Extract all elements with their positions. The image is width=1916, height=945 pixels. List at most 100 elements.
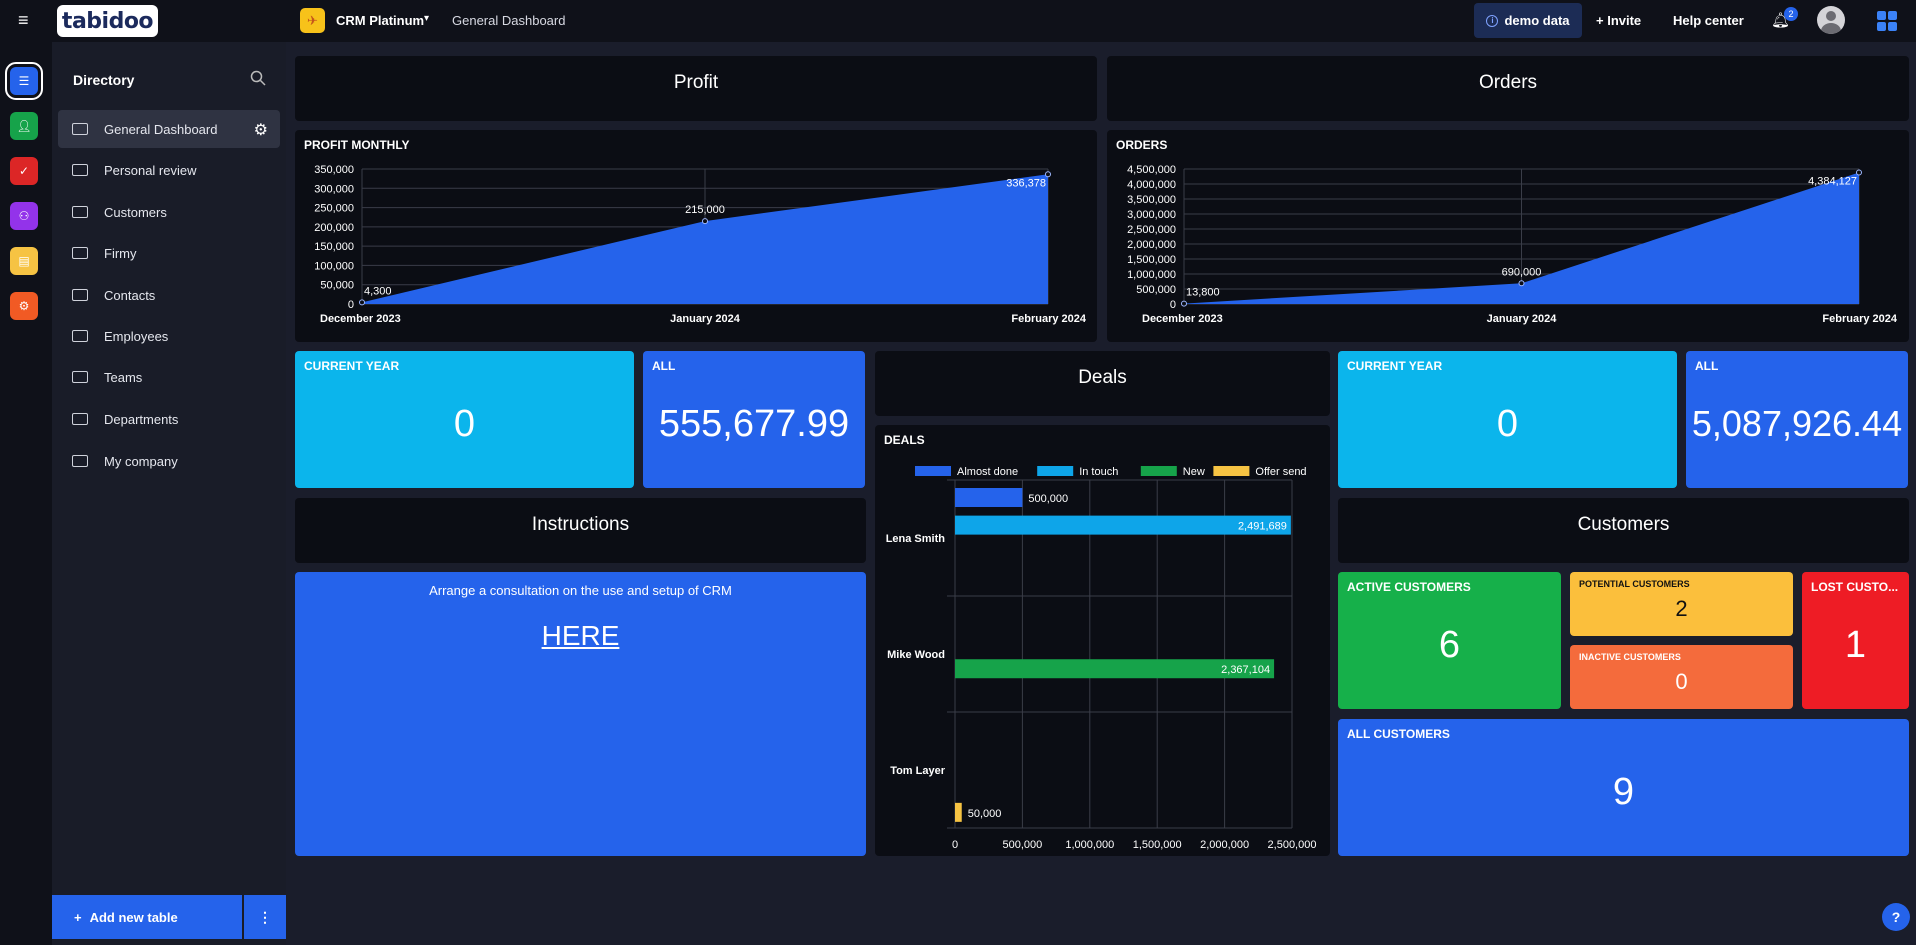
rail-app-meetings[interactable]: ⚇ [10, 202, 38, 230]
sidebar-item-firmy[interactable]: Firmy [58, 234, 280, 272]
sidebar-item-label: My company [104, 453, 178, 469]
legend-swatch [1037, 466, 1074, 476]
breadcrumb: General Dashboard [452, 13, 566, 28]
legend-label: In touch [1079, 466, 1118, 478]
kpi-value: 0 [1496, 403, 1519, 445]
kpi-value: 2 [1675, 596, 1688, 621]
department-icon [72, 413, 88, 425]
building-icon [72, 206, 88, 218]
sidebar-item-personal-review[interactable]: Personal review [58, 151, 280, 189]
profit-chart: 0 50,000 100,000 150,000 200,000 250,000 300,0… [314, 164, 1087, 325]
y-tick-label: 4,000,000 [1127, 179, 1176, 191]
plus-icon: + [74, 909, 82, 925]
y-tick-label: 350,000 [314, 164, 354, 176]
sidebar-item-departments[interactable]: Departments [58, 400, 280, 438]
x-tick-label: 1,000,000 [1065, 839, 1114, 851]
rail-app-contacts[interactable]: 👤︎ [10, 112, 38, 140]
sidebar-item-label: Employees [104, 328, 169, 344]
legend-swatch [1213, 466, 1250, 476]
y-tick-label: 50,000 [320, 280, 354, 292]
orders-chart-panel: ORDERS 0 500,000 1,000,000 1,500,000 2,000,0… [1107, 130, 1909, 342]
rail-app-dashboard[interactable]: ☰ [5, 62, 43, 100]
kpi-label: POTENTIAL CUSTOMERS [1579, 579, 1690, 589]
y-tick-label: 3,500,000 [1127, 194, 1176, 206]
x-tick-label: 1,500,000 [1133, 839, 1182, 851]
demo-data-button[interactable]: i demo data [1474, 3, 1582, 38]
instructions-header-panel: Instructions [295, 498, 866, 563]
legend-label: New [1183, 466, 1205, 478]
x-tick-label: February 2024 [1822, 313, 1897, 325]
kpi-value: 0 [453, 403, 476, 445]
logo[interactable]: tabidoo [57, 5, 158, 37]
deals-chart-panel: DEALS Almost done In touch New Offer send 0 5… [875, 425, 1330, 856]
menu-icon[interactable]: ≡ [18, 11, 36, 29]
y-tick-label: 2,500,000 [1127, 224, 1176, 236]
inactive-customers-card: INACTIVE CUSTOMERS 0 [1570, 645, 1793, 709]
rail-app-notes[interactable]: ▤ [10, 247, 38, 275]
x-tick-label: December 2023 [320, 313, 401, 325]
app-icon[interactable]: ✈ [300, 8, 325, 33]
home-icon [72, 455, 88, 467]
data-point [1518, 280, 1525, 287]
add-new-table-button[interactable]: + Add new table [52, 895, 242, 939]
data-point [1856, 169, 1862, 176]
sidebar-item-contacts[interactable]: Contacts [58, 276, 280, 314]
rail-app-settings[interactable]: ⚙ [10, 292, 38, 320]
kpi-value: 6 [1438, 624, 1461, 666]
chart-title: DEALS [884, 433, 925, 447]
team-icon [72, 371, 88, 383]
x-tick-label: 0 [952, 839, 958, 851]
sidebar-item-customers[interactable]: Customers [58, 193, 280, 231]
lost-customers-card: LOST CUSTO... 1 [1802, 572, 1909, 709]
help-center-button[interactable]: Help center [1673, 13, 1744, 28]
y-tick-label: 1,000,000 [1127, 269, 1176, 281]
orders-header-panel: Orders [1107, 56, 1909, 121]
section-title: Profit [673, 72, 719, 93]
section-title: Customers [1577, 514, 1670, 535]
notification-badge: 2 [1784, 7, 1798, 21]
potential-customers-card: POTENTIAL CUSTOMERS 2 [1570, 572, 1793, 636]
app-name[interactable]: CRM Platinum [336, 13, 424, 28]
help-button[interactable]: ? [1882, 903, 1910, 931]
demo-data-label: demo data [1504, 13, 1570, 28]
apps-grid-icon[interactable] [1877, 11, 1897, 31]
orders-all-card: ALL 5,087,926.44 [1686, 351, 1908, 488]
bar [955, 802, 962, 822]
y-tick-label: 0 [1170, 299, 1176, 311]
chart-title: ORDERS [1116, 138, 1168, 152]
consultation-link[interactable]: HERE [295, 620, 866, 652]
x-tick-label: February 2024 [1011, 313, 1086, 325]
rail-app-tasks[interactable]: ✓ [10, 157, 38, 185]
data-label: 50,000 [968, 808, 1002, 820]
data-label: 2,491,689 [1238, 521, 1287, 533]
x-tick-label: 2,000,000 [1200, 839, 1249, 851]
x-tick-label: December 2023 [1142, 313, 1223, 325]
profit-all-card: ALL 555,677.99 [643, 351, 865, 488]
table-icon [72, 164, 88, 176]
data-label: 500,000 [1028, 493, 1068, 505]
sidebar-item-label: Personal review [104, 162, 197, 178]
sidebar-item-teams[interactable]: Teams [58, 358, 280, 396]
sidebar-title: Directory [73, 72, 135, 88]
section-title: Orders [1478, 72, 1538, 93]
more-options-icon[interactable]: ⋮ [244, 895, 286, 939]
search-icon[interactable] [250, 70, 266, 86]
invite-button[interactable]: + Invite [1596, 13, 1641, 28]
sidebar-item-my-company[interactable]: My company [58, 442, 280, 480]
kpi-label: ACTIVE CUSTOMERS [1347, 580, 1471, 594]
avatar[interactable] [1817, 6, 1845, 34]
section-title: Instructions [531, 514, 630, 535]
chevron-down-icon[interactable]: ▾ [424, 13, 429, 24]
gear-icon[interactable]: ⚙ [254, 120, 268, 140]
kpi-label: INACTIVE CUSTOMERS [1579, 652, 1681, 662]
profit-current-year-card: CURRENT YEAR 0 [295, 351, 634, 488]
profit-chart-panel: PROFIT MONTHLY 0 50,000 100,000 150,000 200,… [295, 130, 1097, 342]
customers-header-panel: Customers [1338, 498, 1909, 563]
data-label: 690,000 [1502, 266, 1542, 278]
person-icon [72, 330, 88, 342]
section-title: Deals [1078, 367, 1127, 388]
sidebar-item-employees[interactable]: Employees [58, 317, 280, 355]
legend-label: Offer send [1255, 466, 1306, 478]
y-tick-label: 500,000 [1136, 284, 1176, 296]
sidebar-item-general-dashboard[interactable]: General Dashboard ⚙ [58, 110, 280, 148]
